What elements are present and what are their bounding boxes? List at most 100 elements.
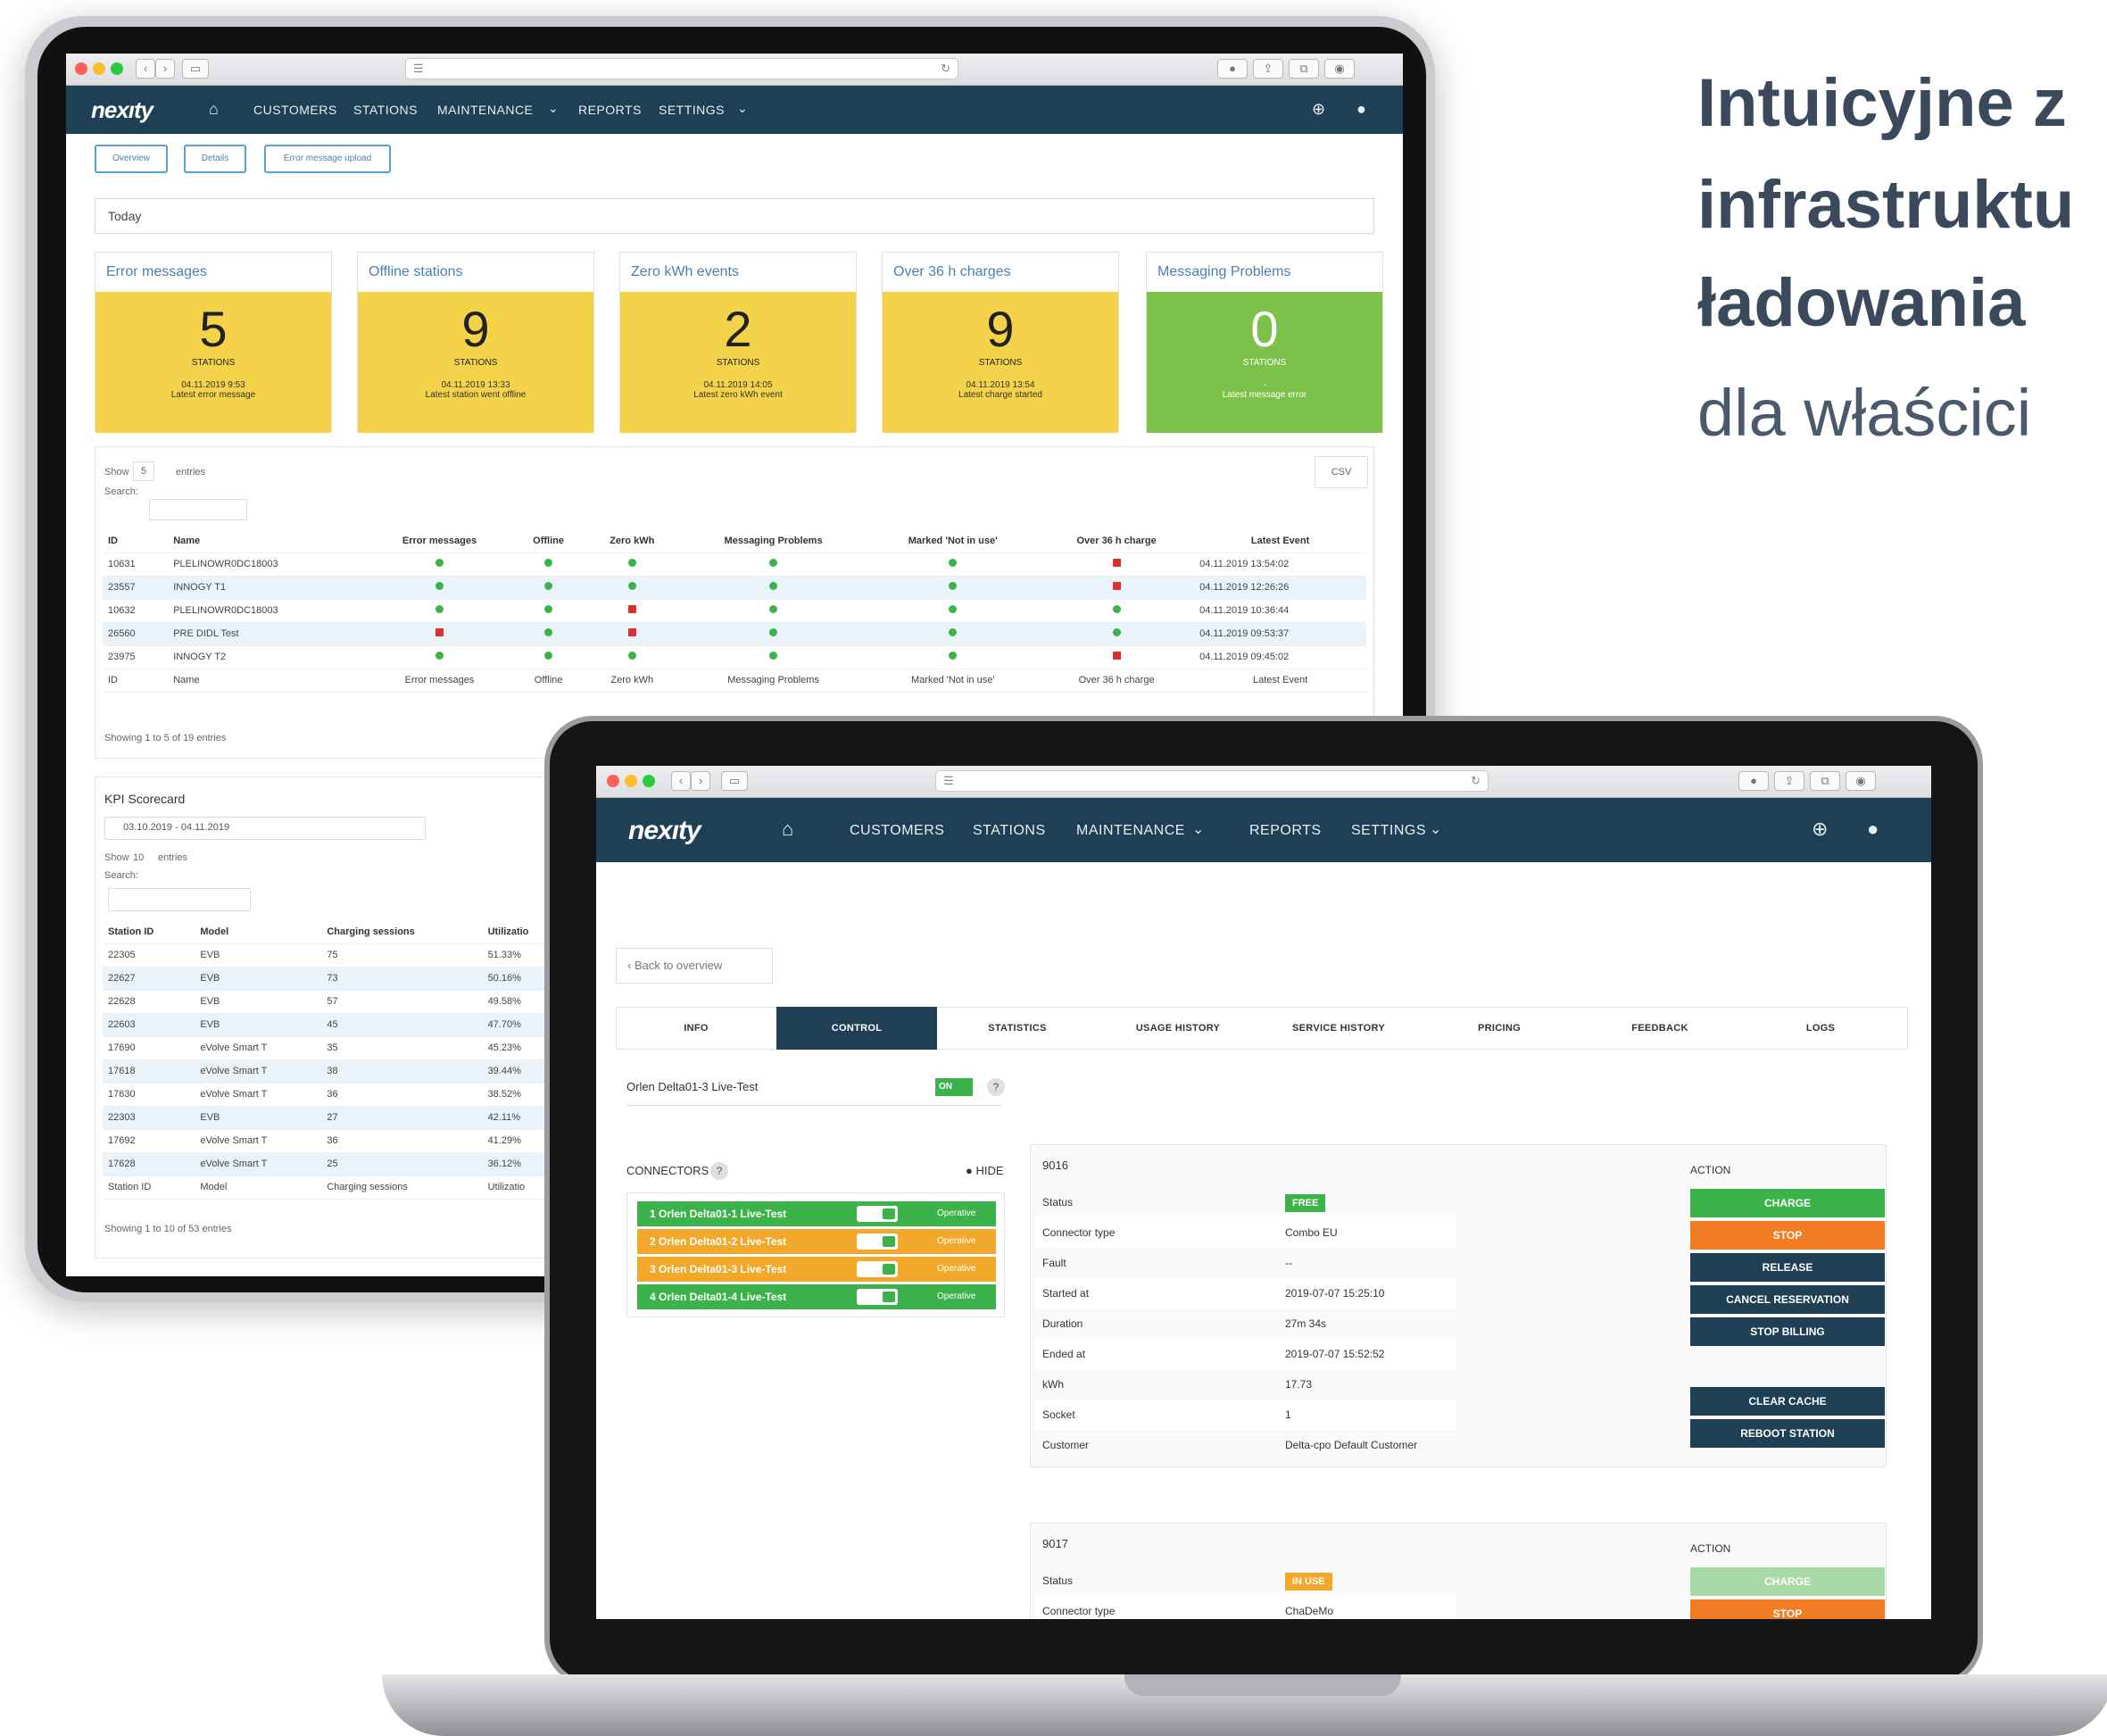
nav-settings[interactable]: SETTINGS bbox=[1351, 823, 1426, 839]
table-row[interactable]: 17618 eVolve Smart T 38 39.44% bbox=[103, 1059, 567, 1084]
zoom-dot-icon[interactable] bbox=[643, 775, 655, 787]
nexity-logo[interactable]: nexıty bbox=[91, 96, 153, 124]
table-row[interactable]: 26560 PRE DIDL Test 04.11.2019 09:53:37 bbox=[103, 622, 1366, 646]
close-dot-icon[interactable] bbox=[607, 775, 619, 787]
column-header[interactable]: Error messages bbox=[366, 529, 513, 553]
nav-maintenance[interactable]: MAINTENANCE bbox=[1076, 823, 1185, 839]
help-icon[interactable]: ? bbox=[710, 1162, 728, 1180]
tabs-icon[interactable]: ⧉ bbox=[1810, 771, 1840, 791]
connector-toggle[interactable] bbox=[857, 1261, 898, 1277]
card-messaging-problems[interactable]: Messaging Problems 0 STATIONS - Latest m… bbox=[1146, 252, 1383, 433]
tab-usage-history[interactable]: USAGE HISTORY bbox=[1098, 1007, 1258, 1050]
stop-button[interactable]: STOP bbox=[1690, 1599, 1885, 1619]
chevron-down-icon[interactable]: ⌄ bbox=[1192, 820, 1205, 838]
charge-button[interactable]: CHARGE bbox=[1690, 1189, 1885, 1217]
reload-icon[interactable]: ↻ bbox=[941, 59, 950, 79]
tab-control[interactable]: CONTROL bbox=[776, 1007, 937, 1050]
search-input[interactable] bbox=[108, 888, 251, 911]
nav-customers[interactable]: CUSTOMERS bbox=[850, 823, 944, 839]
nav-settings[interactable]: SETTINGS bbox=[659, 103, 725, 117]
table-row[interactable]: 10632 PLELINOWR0DC18003 04.11.2019 10:36:4… bbox=[103, 599, 1366, 623]
column-header[interactable]: Model bbox=[195, 920, 322, 944]
tab-pricing[interactable]: PRICING bbox=[1419, 1007, 1580, 1050]
home-icon[interactable]: ⌂ bbox=[782, 818, 794, 841]
share-icon[interactable]: ⇪ bbox=[1774, 771, 1804, 791]
connector-item[interactable]: 3 Orlen Delta01-3 Live-Test Operative bbox=[637, 1257, 996, 1282]
column-header[interactable]: ID bbox=[103, 529, 169, 553]
card-over-36h[interactable]: Over 36 h charges 9 STATIONS 04.11.2019 … bbox=[882, 252, 1119, 433]
connector-item[interactable]: 2 Orlen Delta01-2 Live-Test Operative bbox=[637, 1229, 996, 1254]
column-header[interactable]: Offline bbox=[512, 529, 585, 553]
user-icon[interactable]: ● bbox=[1867, 818, 1879, 841]
forward-arrow-icon[interactable]: › bbox=[155, 59, 175, 79]
card-error-messages[interactable]: Error messages 5 STATIONS 04.11.2019 9:5… bbox=[95, 252, 332, 433]
extension-icon[interactable]: ◉ bbox=[1324, 59, 1355, 79]
back-arrow-icon[interactable]: ‹ bbox=[136, 59, 155, 79]
search-input[interactable] bbox=[149, 499, 247, 520]
reload-icon[interactable]: ↻ bbox=[1471, 771, 1481, 791]
nav-stations[interactable]: STATIONS bbox=[973, 823, 1046, 839]
tab-info[interactable]: INFO bbox=[616, 1007, 776, 1050]
tab-error-upload[interactable]: Error message upload bbox=[264, 145, 391, 173]
column-header[interactable]: Marked 'Not in use' bbox=[867, 529, 1040, 553]
table-row[interactable]: 22603 EVB 45 47.70% bbox=[103, 1013, 567, 1037]
stop-billing-button[interactable]: STOP BILLING bbox=[1690, 1317, 1885, 1346]
minimize-dot-icon[interactable] bbox=[93, 62, 105, 75]
table-row[interactable]: 22628 EVB 57 49.58% bbox=[103, 990, 567, 1014]
connector-toggle[interactable] bbox=[857, 1233, 898, 1250]
tab-details[interactable]: Details bbox=[184, 145, 246, 173]
table-row[interactable]: 17630 eVolve Smart T 36 38.52% bbox=[103, 1083, 567, 1107]
nexity-logo[interactable]: nexıty bbox=[628, 816, 701, 846]
sidebar-toggle-icon[interactable]: ▭ bbox=[182, 59, 209, 79]
card-offline-stations[interactable]: Offline stations 9 STATIONS 04.11.2019 1… bbox=[357, 252, 594, 433]
nav-reports[interactable]: REPORTS bbox=[578, 103, 642, 117]
help-icon[interactable]: ? bbox=[987, 1078, 1005, 1096]
page-size-select[interactable]: 10 bbox=[133, 852, 144, 863]
tab-service-history[interactable]: SERVICE HISTORY bbox=[1258, 1007, 1419, 1050]
table-row[interactable]: 17692 eVolve Smart T 36 41.29% bbox=[103, 1129, 567, 1153]
address-bar[interactable]: ☰ ↻ bbox=[405, 58, 958, 79]
close-dot-icon[interactable] bbox=[75, 62, 87, 75]
nav-reports[interactable]: REPORTS bbox=[1249, 823, 1322, 839]
shield-icon[interactable]: ● bbox=[1217, 59, 1248, 79]
charge-button[interactable]: CHARGE bbox=[1690, 1567, 1885, 1596]
column-header[interactable]: Zero kWh bbox=[584, 529, 680, 553]
tab-overview[interactable]: Overview bbox=[95, 145, 168, 173]
connector-item[interactable]: 1 Orlen Delta01-1 Live-Test Operative bbox=[637, 1201, 996, 1226]
column-header[interactable]: Charging sessions bbox=[321, 920, 483, 944]
tab-statistics[interactable]: STATISTICS bbox=[937, 1007, 1098, 1050]
globe-icon[interactable]: ⊕ bbox=[1812, 818, 1829, 841]
shield-icon[interactable]: ● bbox=[1738, 771, 1769, 791]
stop-button[interactable]: STOP bbox=[1690, 1221, 1885, 1250]
tab-logs[interactable]: LOGS bbox=[1740, 1007, 1901, 1050]
clear-cache-button[interactable]: CLEAR CACHE bbox=[1690, 1387, 1885, 1416]
column-header[interactable]: Name bbox=[168, 529, 367, 553]
back-to-overview-button[interactable]: ‹ Back to overview bbox=[616, 948, 773, 984]
chevron-down-icon[interactable]: ⌄ bbox=[737, 101, 748, 116]
table-row[interactable]: 22303 EVB 27 42.11% bbox=[103, 1106, 567, 1130]
column-header[interactable]: Over 36 h charge bbox=[1039, 529, 1195, 553]
column-header[interactable]: Messaging Problems bbox=[679, 529, 867, 553]
period-select[interactable]: Today bbox=[95, 198, 1374, 234]
globe-icon[interactable]: ⊕ bbox=[1312, 100, 1326, 119]
forward-arrow-icon[interactable]: › bbox=[691, 771, 710, 791]
page-size-select[interactable]: 5 bbox=[133, 461, 155, 481]
user-icon[interactable]: ● bbox=[1356, 100, 1366, 119]
home-icon[interactable]: ⌂ bbox=[209, 100, 219, 119]
minimize-dot-icon[interactable] bbox=[625, 775, 637, 787]
table-row[interactable]: 22305 EVB 75 51.33% bbox=[103, 943, 567, 968]
sidebar-toggle-icon[interactable]: ▭ bbox=[721, 771, 748, 791]
table-row[interactable]: 10631 PLELINOWR0DC18003 04.11.2019 13:54:0… bbox=[103, 552, 1366, 577]
hide-button[interactable]: ● HIDE bbox=[966, 1164, 1004, 1177]
chevron-down-icon[interactable]: ⌄ bbox=[1430, 820, 1442, 838]
connector-toggle[interactable] bbox=[857, 1289, 898, 1305]
share-icon[interactable]: ⇪ bbox=[1253, 59, 1283, 79]
card-zero-kwh[interactable]: Zero kWh events 2 STATIONS 04.11.2019 14… bbox=[619, 252, 857, 433]
date-range-input[interactable]: 03.10.2019 - 04.11.2019 bbox=[104, 817, 426, 840]
table-row[interactable]: 22627 EVB 73 50.16% bbox=[103, 967, 567, 991]
chevron-down-icon[interactable]: ⌄ bbox=[548, 101, 559, 116]
cancel-reservation-button[interactable]: CANCEL RESERVATION bbox=[1690, 1285, 1885, 1314]
table-row[interactable]: 23975 INNOGY T2 04.11.2019 09:45:02 bbox=[103, 645, 1366, 669]
nav-customers[interactable]: CUSTOMERS bbox=[253, 103, 337, 117]
extension-icon[interactable]: ◉ bbox=[1846, 771, 1876, 791]
